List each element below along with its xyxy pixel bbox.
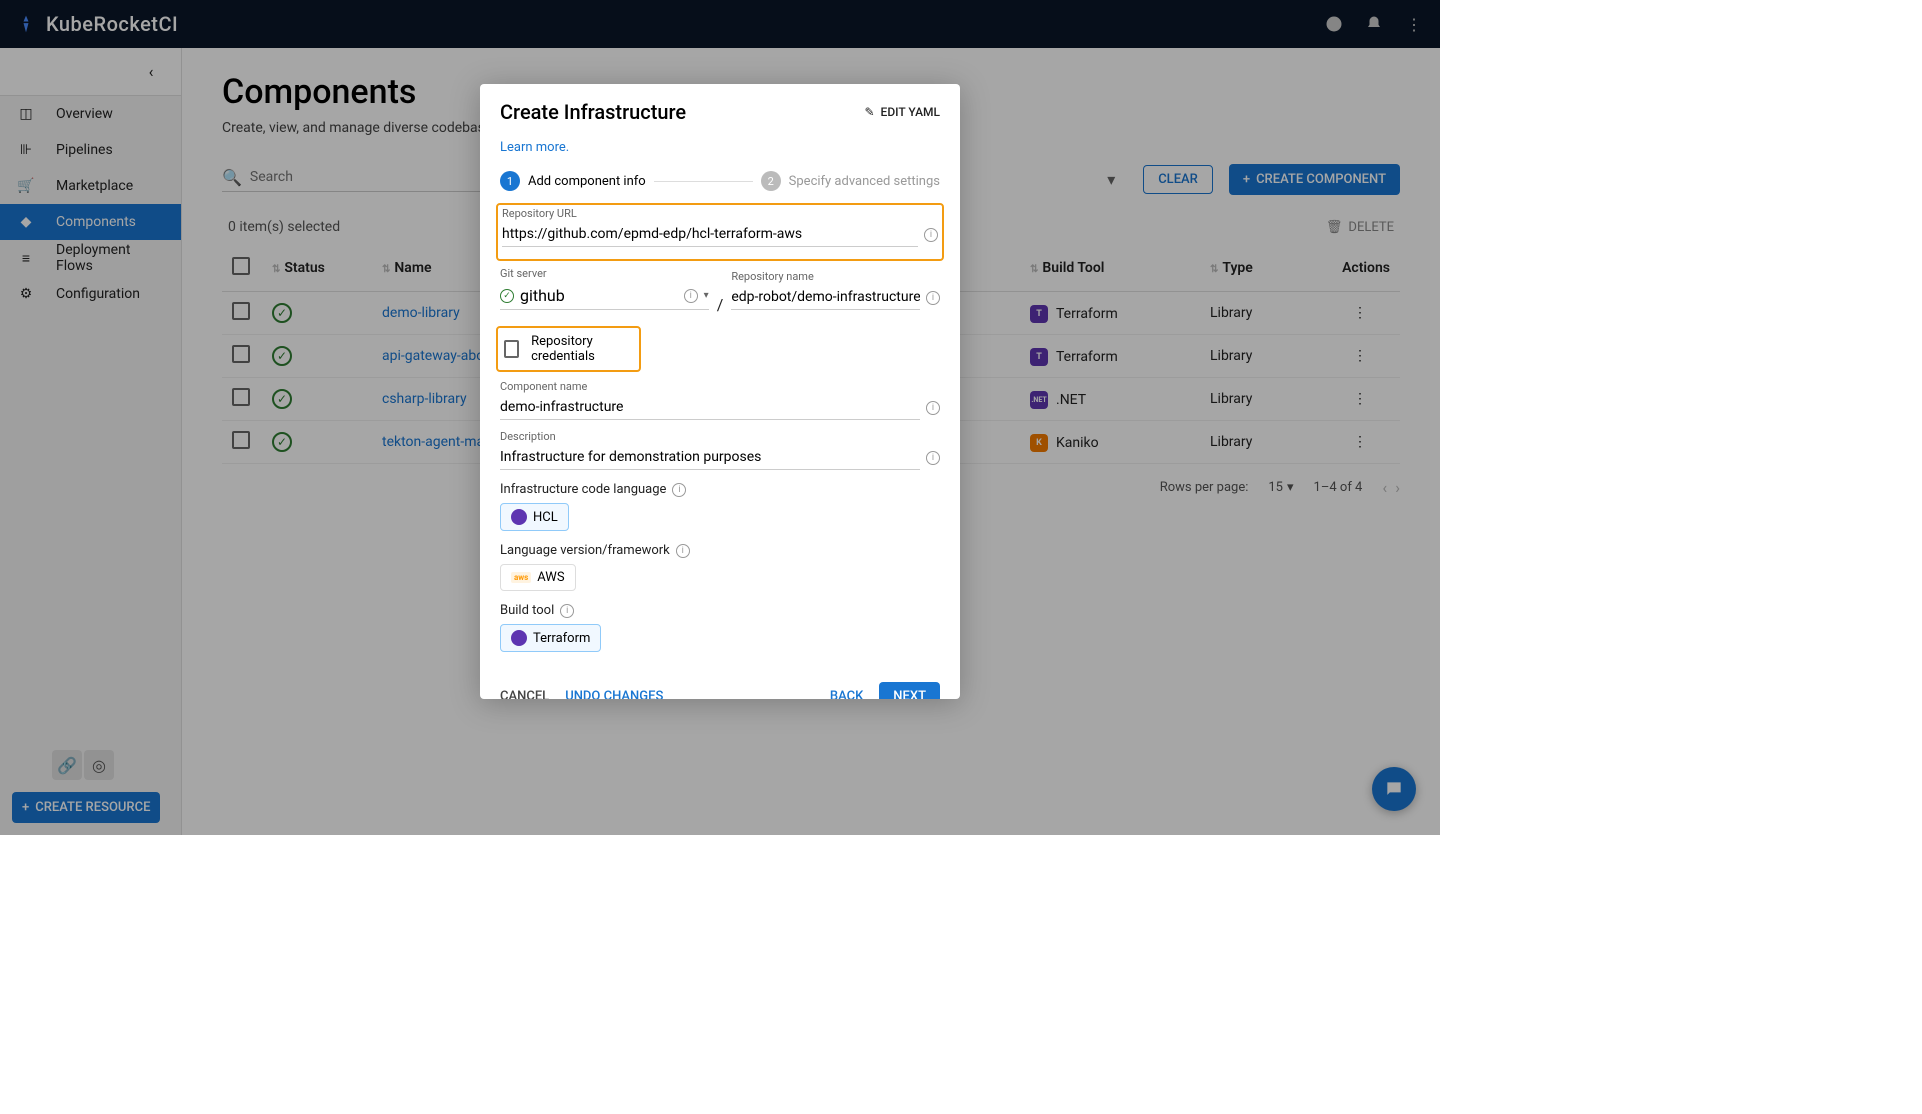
framework-chip-aws[interactable]: awsAWS: [500, 564, 576, 591]
info-icon[interactable]: i: [672, 483, 686, 497]
pencil-icon: ✎: [864, 105, 874, 119]
learn-more-link[interactable]: Learn more.: [500, 140, 569, 155]
back-button[interactable]: BACK: [830, 689, 863, 699]
info-icon[interactable]: i: [560, 604, 574, 618]
repo-url-input[interactable]: [502, 222, 918, 247]
build-tool-chip-terraform[interactable]: Terraform: [500, 624, 601, 652]
info-icon[interactable]: i: [924, 228, 938, 242]
undo-changes-button[interactable]: UNDO CHANGES: [565, 689, 663, 699]
info-icon[interactable]: i: [926, 401, 940, 415]
info-icon: i: [684, 289, 698, 303]
git-server-label: Git server: [500, 267, 709, 280]
info-icon[interactable]: i: [926, 451, 940, 465]
create-infrastructure-dialog: Create Infrastructure ✎ EDIT YAML Learn …: [480, 84, 960, 699]
repo-name-input[interactable]: [731, 285, 920, 310]
cancel-button[interactable]: CANCEL: [500, 689, 549, 699]
language-chip-hcl[interactable]: HCL: [500, 503, 569, 531]
check-icon: ✓: [500, 289, 514, 303]
repo-credentials-checkbox[interactable]: [504, 340, 519, 358]
step-1-indicator: 1: [500, 171, 520, 191]
aws-icon: aws: [511, 572, 531, 583]
next-button[interactable]: NEXT: [879, 682, 940, 699]
info-icon[interactable]: i: [676, 544, 690, 558]
repo-credentials-label: Repository credentials: [531, 334, 633, 364]
git-server-select[interactable]: ✓ github i ▾: [500, 282, 709, 310]
repo-url-highlight: Repository URL i: [496, 203, 944, 261]
terraform-icon: [511, 630, 527, 646]
component-name-label: Component name: [500, 380, 940, 393]
modal-overlay: Create Infrastructure ✎ EDIT YAML Learn …: [0, 0, 1440, 835]
chevron-down-icon: ▾: [704, 290, 709, 301]
repo-name-label: Repository name: [731, 270, 940, 283]
description-input[interactable]: [500, 445, 920, 470]
step-2-indicator: 2: [761, 171, 781, 191]
edit-yaml-button[interactable]: ✎ EDIT YAML: [864, 105, 940, 119]
dialog-title: Create Infrastructure: [500, 100, 686, 124]
repo-credentials-highlight: Repository credentials: [496, 326, 641, 372]
description-label: Description: [500, 430, 940, 443]
info-icon[interactable]: i: [926, 291, 940, 305]
component-name-input[interactable]: [500, 395, 920, 420]
hcl-icon: [511, 509, 527, 525]
repo-url-label: Repository URL: [502, 207, 938, 220]
